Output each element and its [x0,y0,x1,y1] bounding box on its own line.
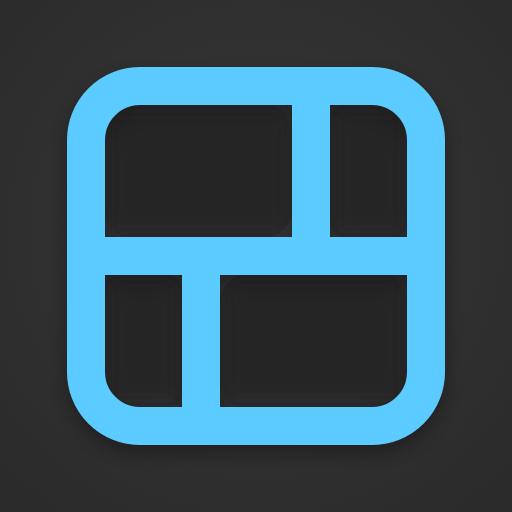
inner-shadow-bottom-left [112,284,174,396]
app-icon-canvas [0,0,512,512]
inner-shadow-bottom-right [228,284,400,396]
inner-shadow-top-left [112,116,284,228]
inner-shadow-top-right [338,116,400,228]
collage-layout-icon [67,67,445,445]
